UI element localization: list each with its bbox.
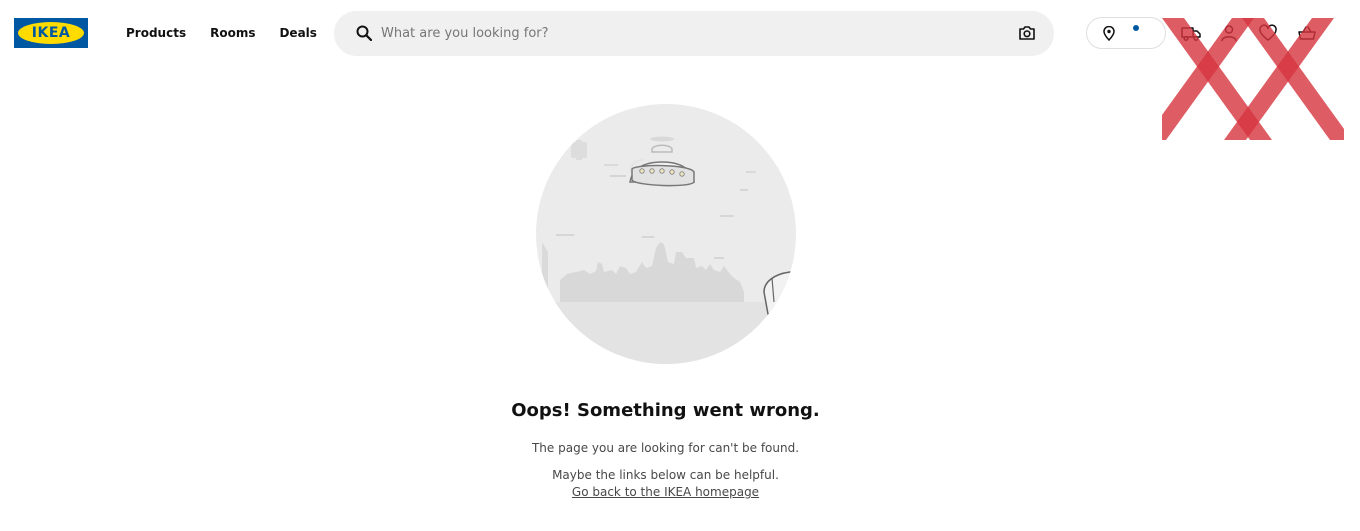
search-bar[interactable] xyxy=(334,11,1054,56)
helper-text: Maybe the links below can be helpful. xyxy=(552,468,779,482)
logo-oval: IKEA xyxy=(18,22,84,44)
camera-icon[interactable] xyxy=(1018,25,1036,41)
site-header: IKEA Products Rooms Deals xyxy=(0,0,1360,140)
heart-icon[interactable] xyxy=(1257,22,1279,44)
homepage-link[interactable]: Go back to the IKEA homepage xyxy=(0,485,1331,499)
pin-icon xyxy=(1103,26,1115,41)
cart-icon[interactable] xyxy=(1296,22,1318,44)
page-title: Oops! Something went wrong. xyxy=(511,400,820,421)
error-message: The page you are looking for can't be fo… xyxy=(531,441,800,455)
ikea-logo[interactable]: IKEA xyxy=(14,18,88,48)
main-nav: Products Rooms Deals xyxy=(126,25,341,42)
nav-deals[interactable]: Deals xyxy=(279,25,316,42)
search-icon[interactable] xyxy=(356,25,372,41)
location-indicator-dot xyxy=(1133,25,1139,31)
nav-rooms[interactable]: Rooms xyxy=(210,25,255,42)
logo-text: IKEA xyxy=(31,25,71,41)
ufo-city-illustration xyxy=(536,104,796,364)
nav-products[interactable]: Products xyxy=(126,25,186,42)
store-location-button[interactable] xyxy=(1086,17,1166,49)
account-icon[interactable] xyxy=(1218,22,1240,44)
search-input[interactable] xyxy=(381,11,1001,56)
delivery-truck-icon[interactable] xyxy=(1180,22,1202,44)
